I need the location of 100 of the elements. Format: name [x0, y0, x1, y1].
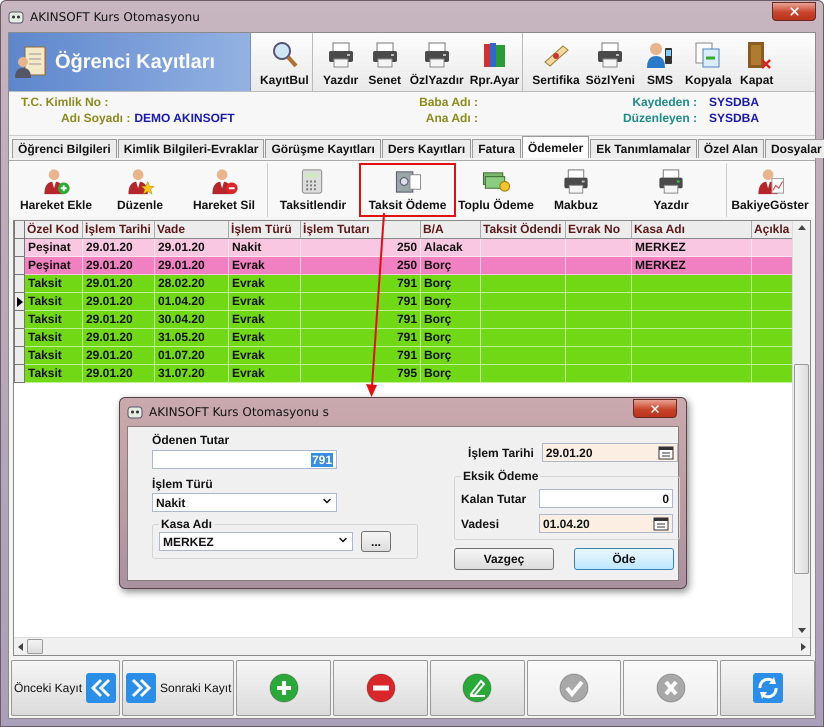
input-field[interactable]: 0 — [539, 489, 673, 508]
calendar-icon — [653, 516, 669, 530]
tab[interactable]: Kimlik Bilgileri-Evraklar — [118, 139, 264, 158]
tab[interactable]: Özel Alan — [698, 139, 764, 158]
current-row-icon — [16, 296, 22, 306]
scroll-up-icon — [798, 225, 806, 230]
app-icon — [8, 8, 24, 24]
date-field[interactable]: 01.04.20 — [539, 514, 673, 533]
action-button[interactable]: Hareket Sil — [181, 163, 267, 217]
close-button[interactable] — [633, 399, 677, 418]
date-field[interactable]: 29.01.20 — [542, 443, 678, 462]
nav-button[interactable]: Önceki Kayıt — [11, 660, 120, 716]
field-label: Kaydeden : — [632, 95, 697, 111]
field-label: T.C. Kimlik No : — [21, 95, 108, 111]
field-value: DEMO AKINSOFT — [134, 111, 235, 127]
group-title: Kasa Adı — [159, 517, 214, 531]
tab[interactable]: Fatura — [472, 139, 521, 158]
table-row[interactable]: Taksit 29.01.20 31.05.20 Evrak 791 Borç — [14, 329, 792, 347]
nav-button[interactable] — [333, 660, 428, 716]
table-cell: 795 — [301, 365, 421, 383]
scroll-left-icon — [18, 642, 23, 650]
field-value: SYSDBA — [709, 95, 760, 111]
table-row[interactable]: Taksit 29.01.20 01.04.20 Evrak 791 Borç — [14, 293, 792, 311]
window-title: AKINSOFT Kurs Otomasyonu — [30, 10, 200, 24]
action-button[interactable]: Taksitlendir — [267, 163, 359, 217]
x-icon — [654, 672, 687, 704]
field-label: Vadesi — [461, 516, 500, 530]
refresh-icon — [752, 672, 784, 704]
double-chevron-left-icon — [85, 672, 118, 704]
group-title: Eksik Ödeme — [461, 469, 540, 483]
scroll-thumb[interactable] — [794, 364, 809, 574]
vertical-scrollbar[interactable] — [792, 221, 810, 637]
field-label: Baba Adı : — [419, 95, 478, 111]
calendar-button[interactable] — [653, 516, 669, 530]
tab[interactable]: Ders Kayıtları — [382, 139, 472, 158]
field-label: Ödenen Tutar — [152, 433, 230, 447]
field-label: Düzenleyen : — [622, 111, 697, 127]
scroll-thumb[interactable] — [27, 639, 43, 654]
tab[interactable]: Görüşme Kayıtları — [265, 139, 381, 158]
table-row[interactable]: Peşinat 29.01.20 29.01.20 Evrak 250 Borç MERKEZ — [14, 257, 792, 275]
table-row[interactable]: Taksit 29.01.20 30.04.20 Evrak 791 Borç — [14, 311, 792, 329]
browse-button[interactable]: ... — [361, 531, 391, 552]
horizontal-scrollbar[interactable] — [14, 637, 810, 655]
app-icon — [127, 404, 143, 420]
action-button[interactable]: Toplu Ödeme — [456, 163, 536, 217]
field-label: Adı Soyadı : — [61, 111, 130, 127]
check-icon — [558, 672, 590, 704]
field-label: Ana Adı : — [426, 111, 478, 127]
minus-icon — [364, 672, 397, 704]
nav-button[interactable] — [720, 660, 815, 716]
field-label: Kalan Tutar — [461, 492, 526, 506]
toolbar-button[interactable]: ÖzlYazdır — [406, 33, 467, 91]
row-indicator[interactable] — [14, 293, 25, 311]
close-button[interactable] — [772, 2, 816, 21]
toolbar-button[interactable]: Sertifika — [529, 33, 583, 91]
dialog-title: AKINSOFT Kurs Otomasyonu s — [149, 405, 329, 419]
dropdown[interactable]: MERKEZ — [159, 532, 353, 551]
table-cell: 29.01.20 — [83, 365, 155, 383]
tab[interactable]: Ek Tanımlamalar — [590, 139, 697, 158]
table-row[interactable]: Peşinat 29.01.20 29.01.20 Nakit 250 Alacak MERKEZ — [14, 239, 792, 257]
pen-icon — [461, 672, 494, 704]
tab[interactable]: Dosyalar — [764, 139, 824, 158]
dropdown[interactable]: Nakit — [152, 493, 337, 512]
table-cell: Borç — [421, 365, 481, 383]
page-title: Öğrenci Kayıtları — [55, 50, 216, 74]
action-button[interactable]: Makbuz — [536, 163, 616, 217]
close-icon — [788, 5, 800, 18]
action-button[interactable]: Taksit Ödeme — [359, 163, 456, 217]
nav-button[interactable] — [430, 660, 525, 716]
action-button[interactable]: Hareket Ekle — [13, 163, 99, 217]
toolbar-button[interactable]: SMS — [638, 33, 682, 91]
tab[interactable]: Öğrenci Bilgileri — [12, 139, 117, 158]
action-button[interactable]: Düzenle — [99, 163, 181, 217]
field-label: İşlem Tarihi — [468, 446, 534, 460]
field-value: SYSDBA — [709, 111, 760, 127]
calendar-button[interactable] — [658, 446, 674, 460]
action-button[interactable]: BakiyeGöster — [726, 163, 814, 217]
toolbar-button[interactable]: Kopyala — [682, 33, 735, 91]
dialog-button[interactable]: Vazgeç — [454, 548, 554, 570]
calendar-icon — [658, 446, 674, 460]
nav-button[interactable]: Sonraki Kayıt — [122, 660, 234, 716]
table-row[interactable]: Taksit 29.01.20 31.07.20 Evrak 795 Borç — [14, 365, 792, 383]
table-cell: Taksit — [25, 365, 83, 383]
toolbar-button[interactable]: SözlYeni — [582, 33, 638, 91]
table-row[interactable]: Taksit 29.01.20 28.02.20 Evrak 791 Borç — [14, 275, 792, 293]
tab[interactable]: Ödemeler — [522, 136, 590, 158]
toolbar-button[interactable]: Kapat — [734, 33, 779, 91]
double-chevron-right-icon — [125, 672, 158, 704]
action-button[interactable]: Yazdır — [616, 163, 726, 217]
scroll-right-icon — [801, 642, 806, 650]
plus-icon — [268, 672, 300, 704]
toolbar-button[interactable]: Senet — [362, 33, 407, 91]
toolbar-button[interactable]: KayıtBul — [257, 33, 313, 91]
table-row[interactable]: Taksit 29.01.20 01.07.20 Evrak 791 Borç — [14, 347, 792, 365]
table-cell — [566, 365, 632, 383]
close-icon — [649, 402, 661, 414]
nav-button[interactable] — [236, 660, 332, 716]
toolbar-button[interactable]: Yazdır — [318, 33, 363, 91]
dialog-button[interactable]: Öde — [574, 548, 674, 570]
toolbar-button[interactable]: Rpr.Ayar — [466, 33, 524, 91]
